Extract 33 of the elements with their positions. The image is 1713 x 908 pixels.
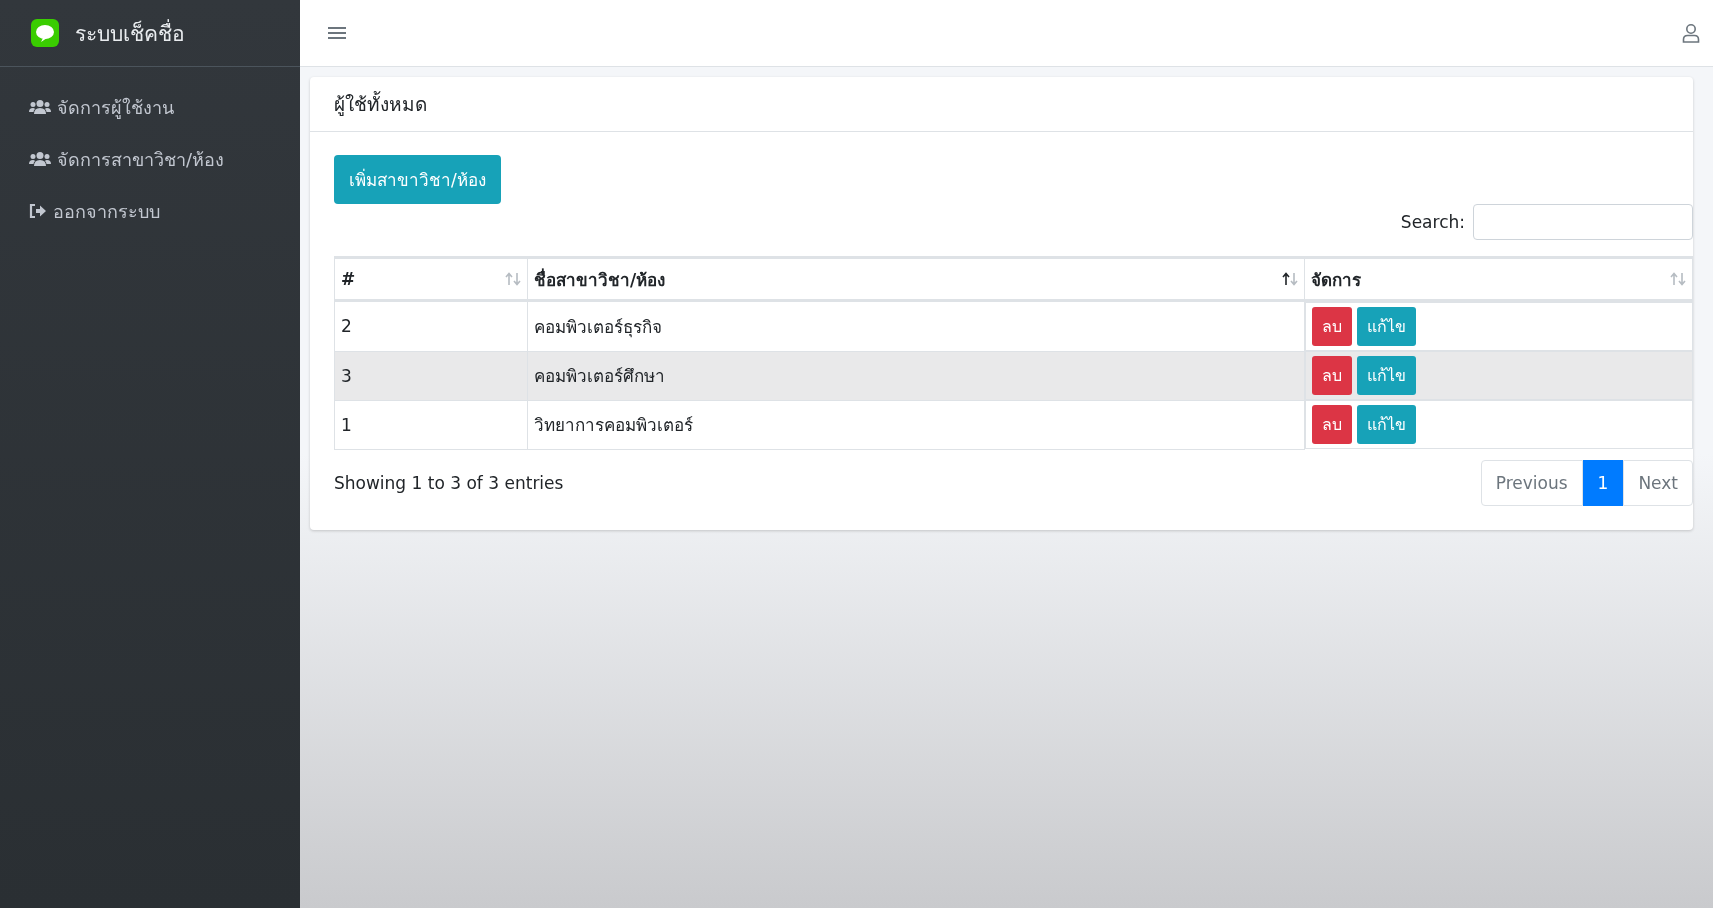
table-cell: วิทยาการคอมพิวเตอร์ xyxy=(527,400,1305,449)
search-field[interactable] xyxy=(1473,204,1693,240)
column-header[interactable]: # xyxy=(334,257,528,301)
edit-button[interactable]: แก้ไข xyxy=(1357,307,1416,346)
edit-button[interactable]: แก้ไข xyxy=(1357,405,1416,444)
delete-button[interactable]: ลบ xyxy=(1312,356,1352,395)
table-cell: คอมพิวเตอร์ธุรกิจ xyxy=(527,300,1305,351)
menu-icon[interactable] xyxy=(328,25,346,41)
column-header[interactable]: จัดการ xyxy=(1304,257,1693,301)
app-title: ระบบเช็คชื่อ xyxy=(75,18,185,48)
sidebar-item[interactable]: จัดการผู้ใช้งาน xyxy=(0,81,300,133)
users-icon xyxy=(29,151,51,167)
add-button[interactable]: เพิ่มสาขาวิชา/ห้อง xyxy=(334,155,501,204)
delete-button[interactable]: ลบ xyxy=(1312,307,1352,346)
table-cell: 1 xyxy=(334,400,528,449)
card-title: ผู้ใช้ทั้งหมด xyxy=(334,90,427,118)
search-label: Search: xyxy=(1400,212,1465,232)
delete-button[interactable]: ลบ xyxy=(1312,405,1352,444)
table-cell: 3 xyxy=(334,351,528,400)
entries-info: Showing 1 to 3 of 3 entries xyxy=(334,472,564,493)
page-button[interactable]: 1 xyxy=(1582,459,1624,506)
sidebar-item[interactable]: จัดการสาขาวิชา/ห้อง xyxy=(0,133,300,185)
table-cell: คอมพิวเตอร์ศึกษา xyxy=(527,351,1305,400)
next-button[interactable]: Next xyxy=(1623,459,1693,506)
table-cell: 2 xyxy=(334,300,528,351)
sidebar-item[interactable]: ออกจากระบบ xyxy=(0,185,300,237)
user-icon[interactable] xyxy=(1682,23,1700,43)
users-icon xyxy=(29,99,51,115)
chat-bubble-icon xyxy=(31,19,59,47)
edit-button[interactable]: แก้ไข xyxy=(1357,356,1416,395)
column-header[interactable]: ชื่อสาขาวิชา/ห้อง xyxy=(527,257,1305,301)
logout-icon xyxy=(29,203,47,219)
previous-button[interactable]: Previous xyxy=(1480,459,1583,506)
